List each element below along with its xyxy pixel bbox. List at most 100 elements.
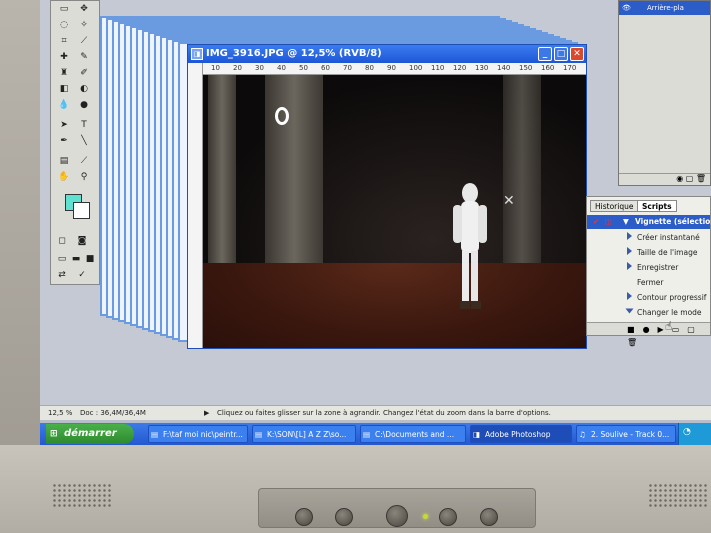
brush-tool-icon[interactable]: ✎ <box>77 51 91 63</box>
move-tool-icon[interactable]: ✥ <box>77 3 91 15</box>
close-button[interactable]: ✕ <box>570 47 584 61</box>
notes-tool-icon[interactable]: ▤ <box>57 155 71 167</box>
new-layer-icon[interactable]: ▢ <box>686 174 694 183</box>
document-titlebar[interactable]: ◨ IMG_3916.JPG @ 12,5% (RVB/8) _ □ ✕ <box>188 45 586 63</box>
start-button[interactable]: ⊞ démarrer <box>46 424 134 444</box>
healing-brush-icon[interactable]: ✚ <box>57 51 71 63</box>
dialog-toggle-icon[interactable]: ◫ <box>605 215 612 229</box>
monitor-button-plus[interactable] <box>439 508 457 526</box>
power-button[interactable] <box>386 505 408 527</box>
action-item[interactable]: Taille de l'image <box>627 246 697 260</box>
folder-icon: ▤ <box>363 430 371 439</box>
windows-logo-icon: ⊞ <box>50 429 58 439</box>
action-item[interactable]: Enregistrer <box>627 261 678 275</box>
screen-mode-fullscreen-icon[interactable]: ■ <box>83 253 97 265</box>
history-brush-icon[interactable]: ✐ <box>77 67 91 79</box>
power-led-icon <box>423 514 428 519</box>
tree-trunk-right <box>503 75 541 275</box>
blur-tool-icon[interactable]: 💧 <box>57 99 71 111</box>
background-color-swatch[interactable] <box>73 202 90 219</box>
task-button-active[interactable]: ◨ Adobe Photoshop <box>470 425 572 443</box>
forest-photo[interactable]: ✕ <box>203 75 586 348</box>
status-arrow-icon[interactable]: ▶ <box>204 406 209 421</box>
new-set-icon[interactable]: ◉ <box>676 174 683 183</box>
folder-icon: ▤ <box>255 430 263 439</box>
screen-mode-icon[interactable]: ▭ <box>55 253 69 265</box>
task-button[interactable]: ▤ K:\SON\[L] A Z Z\so... <box>252 425 356 443</box>
eye-icon[interactable]: 👁 <box>622 1 631 15</box>
screen: ▭ ✥ ◌ ✧ ⌗ ⟋ ✚ ✎ ♜ ✐ ◧ ◐ 💧 ● ➤ T ✒ ╲ ▤ ⟋ <box>40 0 711 445</box>
ruler-tick-label: 10 <box>211 64 220 72</box>
eraser-tool-icon[interactable]: ◧ <box>57 83 71 95</box>
trash-icon[interactable]: 🗑 <box>696 174 706 183</box>
doc-size[interactable]: Doc : 36,4M/36,4M <box>80 406 146 421</box>
tray-icon[interactable]: ◔ <box>683 427 691 437</box>
expand-triangle-icon <box>625 308 634 314</box>
action-label: Enregistrer <box>637 263 679 272</box>
monitor-button-minus[interactable] <box>335 508 353 526</box>
action-item[interactable]: Contour progressif <box>627 291 706 305</box>
hand-tool-icon[interactable]: ✋ <box>57 171 71 183</box>
slice-tool-icon[interactable]: ⟋ <box>77 35 91 47</box>
task-button[interactable]: ▤ C:\Documents and ... <box>360 425 466 443</box>
history-scripts-panel[interactable]: Historique Scripts ✔ ◫ ▼ Vignette (sélec… <box>586 196 711 347</box>
jump-to-imageready-icon[interactable]: ⇄ <box>55 269 69 281</box>
ruler-tick-label: 60 <box>321 64 330 72</box>
magic-wand-icon[interactable]: ✧ <box>77 19 91 31</box>
horizontal-ruler[interactable]: 10 20 30 40 50 60 70 80 90 100 110 120 130 140 150 160 1… <box>203 63 586 75</box>
stop-icon[interactable]: ■ <box>627 325 643 334</box>
ruler-tick-label: 160 <box>541 64 555 72</box>
photoshop-icon: ◨ <box>473 430 481 439</box>
stamp-tool-icon[interactable]: ♜ <box>57 67 71 79</box>
marquee-tool-icon[interactable]: ▭ <box>57 3 71 15</box>
layer-row[interactable]: 👁 Arrière-pla <box>619 1 710 15</box>
standard-mode-icon[interactable]: ◻ <box>55 235 69 247</box>
maximize-button[interactable]: □ <box>554 47 568 61</box>
image-document-window[interactable]: ◨ IMG_3916.JPG @ 12,5% (RVB/8) _ □ ✕ 10 2… <box>187 44 587 349</box>
gradient-tool-icon[interactable]: ◐ <box>77 83 91 95</box>
ruler-tick-label: 130 <box>475 64 489 72</box>
expand-triangle-icon[interactable]: ▼ <box>623 215 629 229</box>
pen-tool-icon[interactable]: ✒ <box>57 135 71 147</box>
tab-scripts[interactable]: Scripts <box>637 200 677 212</box>
action-item[interactable]: Créer instantané <box>627 231 700 245</box>
monitor-button-auto[interactable] <box>480 508 498 526</box>
trash-icon[interactable]: 🗑 <box>627 338 645 347</box>
action-set-row[interactable]: ✔ ◫ ▼ Vignette (sélection) <box>587 215 711 229</box>
minimize-button[interactable]: _ <box>538 47 552 61</box>
action-label: Contour progressif <box>637 293 707 302</box>
checkbox-checked-icon[interactable]: ✔ <box>593 215 599 229</box>
record-icon[interactable]: ● <box>643 325 658 334</box>
task-button[interactable]: ▤ F:\taf moi nic\peintr... <box>148 425 248 443</box>
shape-tool-icon[interactable]: ╲ <box>77 135 91 147</box>
play-triangle-icon <box>627 292 632 300</box>
monitor-button-menu[interactable] <box>295 508 313 526</box>
check-icon[interactable]: ✓ <box>75 269 89 281</box>
action-item[interactable]: Changer le mode <box>625 306 702 320</box>
task-button[interactable]: ♫ 2. Soulive - Track 0... <box>576 425 676 443</box>
zoom-tool-icon[interactable]: ⚲ <box>77 171 91 183</box>
dodge-tool-icon[interactable]: ● <box>77 99 91 111</box>
screen-mode-full-icon[interactable]: ▬ <box>69 253 83 265</box>
scripts-footer: ■●▶▭▢🗑 <box>587 322 710 347</box>
vertical-ruler[interactable] <box>188 63 203 348</box>
quickmask-mode-icon[interactable]: ◙ <box>75 235 89 247</box>
task-label: Adobe Photoshop <box>485 430 551 439</box>
tab-history[interactable]: Historique <box>590 200 639 212</box>
photoshop-workspace: ▭ ✥ ◌ ✧ ⌗ ⟋ ✚ ✎ ♜ ✐ ◧ ◐ 💧 ● ➤ T ✒ ╲ ▤ ⟋ <box>40 0 711 405</box>
eyedropper-icon[interactable]: ⟋ <box>77 155 91 167</box>
type-tool-icon[interactable]: T <box>77 119 91 131</box>
status-hint: Cliquez ou faites glisser sur la zone à … <box>217 409 551 417</box>
path-select-icon[interactable]: ➤ <box>57 119 71 131</box>
play-triangle-icon <box>627 262 632 270</box>
task-label: C:\Documents and ... <box>375 430 455 439</box>
crop-tool-icon[interactable]: ⌗ <box>57 35 71 47</box>
new-set-icon[interactable]: ▭ <box>672 325 688 334</box>
layers-panel[interactable]: 👁 Arrière-pla ◉ ▢ 🗑 <box>618 0 711 186</box>
speaker-grille-right <box>648 483 708 509</box>
new-action-icon[interactable]: ▢ <box>687 325 703 334</box>
lasso-tool-icon[interactable]: ◌ <box>57 19 71 31</box>
white-cross-mark: ✕ <box>503 193 515 209</box>
zoom-level[interactable]: 12,5 % <box>48 406 72 421</box>
action-item[interactable]: Fermer <box>627 276 663 290</box>
